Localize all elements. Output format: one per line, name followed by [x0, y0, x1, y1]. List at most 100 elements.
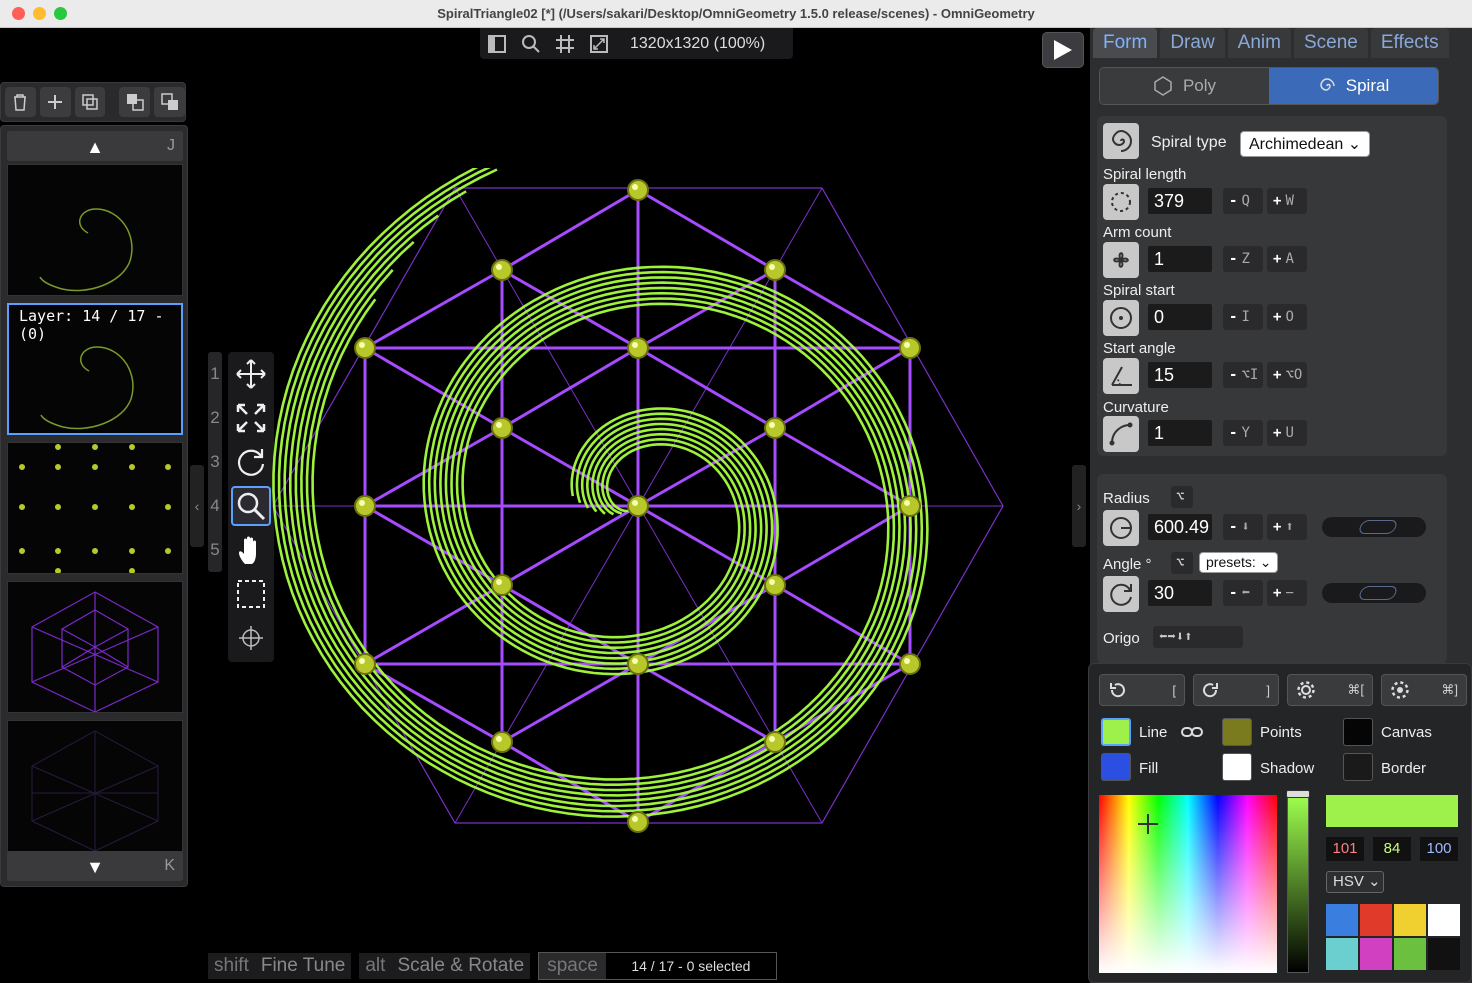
play-button[interactable] [1042, 32, 1084, 68]
start-angle-minus[interactable]: - ⌥I [1223, 362, 1263, 388]
palette-swatch[interactable] [1428, 904, 1460, 936]
radius-knob[interactable] [1322, 517, 1426, 537]
thumb-dot [55, 548, 61, 554]
vertex-highlight [496, 579, 502, 585]
saturation-value[interactable]: 84 [1373, 837, 1411, 861]
thumb-dot [129, 568, 135, 574]
layer-thumbnail[interactable] [7, 720, 183, 852]
fit-screen-icon[interactable] [582, 28, 616, 59]
angle-minus[interactable]: - ⬅ [1223, 580, 1263, 606]
canvas-color-swatch[interactable] [1343, 718, 1373, 746]
vertex-highlight [904, 342, 910, 348]
thumb-dot [55, 568, 61, 574]
spiral-start-input[interactable]: 0 [1148, 304, 1212, 330]
add-layer-button[interactable] [39, 87, 71, 117]
angle-input[interactable]: 30 [1148, 580, 1212, 606]
geometry-canvas[interactable] [260, 168, 1020, 848]
curvature-plus[interactable]: + U [1267, 420, 1307, 446]
vertex-point [764, 574, 786, 596]
value-value[interactable]: 100 [1420, 837, 1458, 861]
tab-draw[interactable]: Draw [1160, 28, 1225, 58]
vertex-highlight [359, 658, 365, 664]
tab-anim[interactable]: Anim [1227, 28, 1291, 58]
duplicate-layer-button[interactable] [74, 87, 106, 117]
origo-arrows[interactable]: ⬅➡⬇⬆ [1153, 626, 1243, 648]
palette-swatch[interactable] [1428, 938, 1460, 970]
angle-knob[interactable] [1322, 583, 1426, 603]
palette-swatch[interactable] [1326, 904, 1358, 936]
shadow-color-swatch[interactable] [1222, 753, 1252, 781]
spiral-type-select[interactable]: Archimedean ⌄ [1240, 131, 1371, 157]
spiral-start-minus[interactable]: -I [1223, 304, 1263, 330]
tab-form[interactable]: Form [1093, 28, 1158, 58]
thumb-dot [129, 444, 135, 450]
move-layer-down-button[interactable] [154, 87, 186, 117]
selection-status: space 14 / 17 - 0 selected [538, 952, 777, 980]
brightness-slider[interactable] [1286, 790, 1310, 973]
vertex-point [354, 653, 376, 675]
thumb-dot [19, 504, 25, 510]
palette-swatch[interactable] [1360, 938, 1392, 970]
layer-thumbnail-selected[interactable]: Layer: 14 / 17 - (0) [7, 303, 183, 435]
tab-effects[interactable]: Effects [1370, 28, 1449, 58]
angle-presets-select[interactable]: presets: ⌄ [1199, 552, 1279, 573]
settings2-button[interactable]: ⌘] [1381, 674, 1467, 706]
scroll-down-button[interactable]: ▼ K [7, 851, 183, 881]
collapse-left-panel-button[interactable]: ‹ [190, 465, 204, 547]
color-picker-area[interactable] [1099, 795, 1277, 973]
poly-button[interactable]: Poly [1100, 68, 1269, 104]
hue-value[interactable]: 101 [1326, 837, 1364, 861]
line-color-swatch[interactable] [1101, 718, 1131, 746]
spiral-length-input[interactable]: 379 [1148, 188, 1212, 214]
vertex-highlight [359, 342, 365, 348]
start-angle-plus[interactable]: + ⌥O [1267, 362, 1307, 388]
zoom-icon[interactable] [514, 28, 548, 59]
move-layer-up-button[interactable] [119, 87, 151, 117]
spiral-button[interactable]: Spiral [1269, 68, 1438, 104]
slider-handle[interactable] [1286, 790, 1310, 798]
border-color-swatch[interactable] [1343, 753, 1373, 781]
angle-plus[interactable]: + − [1267, 580, 1307, 606]
scroll-up-button[interactable]: ▲ J [7, 131, 183, 161]
color-mode-select[interactable]: HSV ⌄ [1326, 871, 1384, 893]
palette-swatch[interactable] [1360, 904, 1392, 936]
delete-layer-button[interactable] [5, 87, 36, 117]
settings-button[interactable]: ⌘[ [1287, 674, 1373, 706]
arm-count-minus[interactable]: -Z [1223, 246, 1263, 272]
spiral-start-plus[interactable]: + O [1267, 304, 1307, 330]
palette-swatch[interactable] [1326, 938, 1358, 970]
vertex-highlight [632, 184, 638, 190]
layer-thumbnail[interactable] [7, 581, 183, 713]
undo-button[interactable]: [ [1099, 674, 1185, 706]
radius-plus[interactable]: + ⬆ [1267, 514, 1307, 540]
collapse-right-panel-button[interactable]: › [1072, 465, 1086, 547]
window-title: SpiralTriangle02 [*] (/Users/sakari/Desk… [437, 6, 1035, 21]
angle-icon [1103, 576, 1139, 612]
link-icon[interactable] [1181, 724, 1203, 740]
palette-swatch[interactable] [1394, 938, 1426, 970]
points-color-swatch[interactable] [1222, 718, 1252, 746]
vertex-point [354, 495, 376, 517]
arm-count-plus[interactable]: + A [1267, 246, 1307, 272]
redo-button[interactable]: ] [1193, 674, 1279, 706]
palette-swatch[interactable] [1394, 904, 1426, 936]
radius-minus[interactable]: - ⬇ [1223, 514, 1263, 540]
fill-color-swatch[interactable] [1101, 753, 1131, 781]
curvature-input[interactable]: 1 [1148, 420, 1212, 446]
vertex-point [491, 417, 513, 439]
radius-input[interactable]: 600.49 [1148, 514, 1212, 540]
grid-icon[interactable] [548, 28, 582, 59]
vertex-point [627, 495, 649, 517]
tab-scene[interactable]: Scene [1293, 28, 1368, 58]
start-angle-input[interactable]: 15 [1148, 362, 1212, 388]
spiral-length-minus[interactable]: -Q [1223, 188, 1263, 214]
spiral-length-plus[interactable]: + W [1267, 188, 1307, 214]
layer-thumbnail[interactable] [7, 164, 183, 296]
curvature-minus[interactable]: -Y [1223, 420, 1263, 446]
arm-count-input[interactable]: 1 [1148, 246, 1212, 272]
radius-option-button[interactable]: ⌥ [1171, 486, 1193, 508]
layer-thumbnail[interactable] [7, 442, 183, 574]
angle-option-button[interactable]: ⌥ [1171, 552, 1193, 574]
vertex-highlight [769, 422, 775, 428]
toggle-panel-icon[interactable] [480, 28, 514, 59]
